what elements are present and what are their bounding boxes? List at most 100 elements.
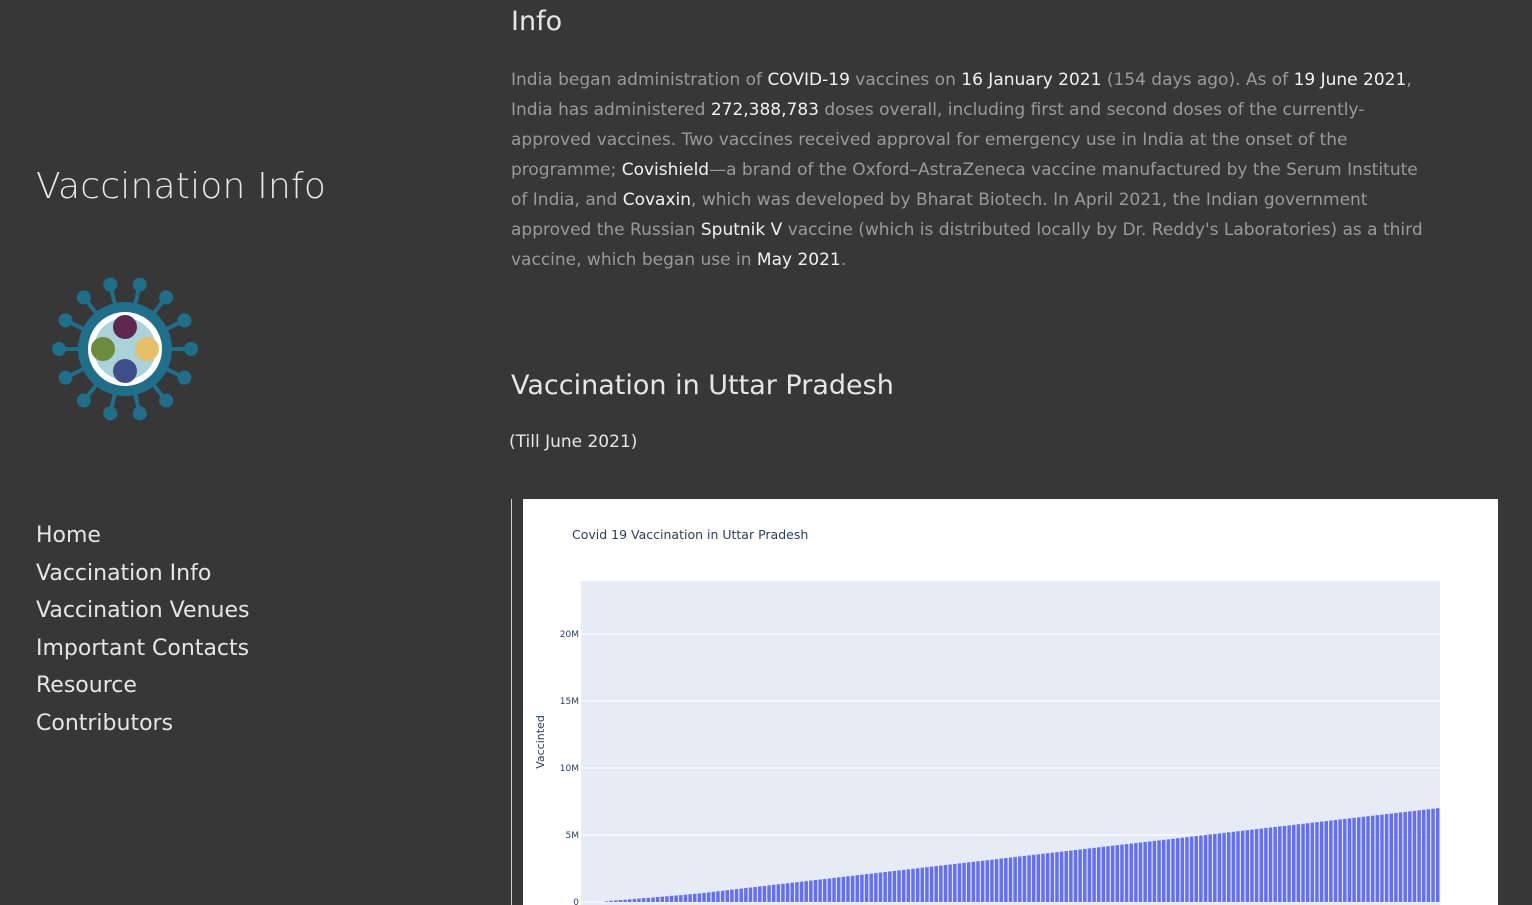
chart-bar[interactable] — [1041, 853, 1045, 902]
chart-bar[interactable] — [655, 897, 660, 902]
chart-bar[interactable] — [841, 876, 846, 902]
chart-bar[interactable] — [1222, 832, 1226, 902]
chart-bar[interactable] — [753, 886, 757, 902]
chart-bar[interactable] — [1013, 856, 1017, 902]
site-title[interactable]: Vaccination Info — [36, 166, 326, 207]
chart-bar[interactable] — [1347, 818, 1352, 902]
chart-bar[interactable] — [641, 898, 646, 902]
chart-bar[interactable] — [609, 900, 613, 902]
chart-bar[interactable] — [683, 894, 688, 902]
chart-bar[interactable] — [892, 870, 897, 902]
chart-bar[interactable] — [878, 872, 883, 902]
chart-bar[interactable] — [1426, 809, 1431, 902]
chart-bar[interactable] — [1273, 826, 1277, 902]
chart-bar[interactable] — [795, 882, 799, 902]
nav-item-important-contacts[interactable]: Important Contacts — [36, 630, 249, 668]
chart-bar[interactable] — [674, 895, 678, 902]
nav-item-home[interactable]: Home — [36, 517, 249, 555]
chart-bar[interactable] — [911, 868, 915, 902]
chart-bar[interactable] — [869, 873, 873, 902]
chart-bar[interactable] — [632, 898, 637, 902]
chart-bar[interactable] — [1148, 841, 1152, 902]
chart-bar[interactable] — [1018, 856, 1022, 902]
info-highlight-text[interactable]: May 2021 — [757, 250, 841, 270]
chart-bar[interactable] — [1194, 836, 1198, 902]
chart-bar[interactable] — [1045, 853, 1050, 902]
chart-bar[interactable] — [823, 878, 827, 902]
chart-bar[interactable] — [1161, 839, 1166, 902]
chart-bar[interactable] — [1250, 829, 1254, 902]
chart-bar[interactable] — [767, 885, 771, 902]
chart-bar[interactable] — [855, 875, 860, 902]
chart-bar[interactable] — [1027, 855, 1031, 902]
chart-bar[interactable] — [762, 885, 767, 902]
chart-bar[interactable] — [1115, 845, 1120, 902]
chart-bar[interactable] — [925, 867, 929, 902]
chart-bar[interactable] — [971, 861, 976, 902]
chart-bar[interactable] — [1236, 831, 1240, 902]
chart-bar[interactable] — [850, 875, 855, 902]
chart-bar[interactable] — [1431, 808, 1435, 902]
chart-bar[interactable] — [1180, 837, 1185, 902]
chart-bar[interactable] — [901, 869, 906, 902]
chart-bar[interactable] — [1338, 819, 1342, 902]
chart-bar[interactable] — [785, 883, 790, 902]
chart-bar[interactable] — [1231, 831, 1236, 902]
chart-bar[interactable] — [990, 859, 994, 902]
nav-item-resource[interactable]: Resource — [36, 667, 249, 705]
chart-bar[interactable] — [1296, 824, 1301, 902]
chart-bar[interactable] — [943, 865, 948, 902]
chart-bar[interactable] — [1050, 852, 1055, 902]
info-highlight-text[interactable]: 272,388,783 — [711, 100, 819, 120]
chart-bar[interactable] — [1226, 832, 1231, 902]
chart-bar[interactable] — [1217, 833, 1222, 902]
chart-bar[interactable] — [665, 896, 669, 902]
chart-bar[interactable] — [1092, 847, 1096, 902]
chart-bar[interactable] — [1143, 841, 1147, 902]
info-highlight-text[interactable]: 19 June 2021 — [1294, 70, 1407, 90]
chart-bar[interactable] — [720, 890, 725, 902]
chart-bar[interactable] — [679, 895, 683, 902]
chart-bar[interactable] — [748, 887, 753, 902]
chart-bar[interactable] — [888, 871, 892, 902]
chart-bar[interactable] — [711, 891, 716, 902]
chart-bar[interactable] — [1189, 836, 1194, 902]
chart-bar[interactable] — [790, 882, 795, 902]
chart-bar[interactable] — [739, 888, 743, 902]
info-highlight-text[interactable]: Sputnik V — [701, 220, 782, 240]
chart-bar[interactable] — [1375, 815, 1380, 902]
chart-bar[interactable] — [1064, 851, 1068, 902]
chart-bar[interactable] — [706, 892, 711, 902]
chart-bar[interactable] — [1096, 847, 1101, 902]
chart-bar[interactable] — [1036, 854, 1041, 902]
chart-bar[interactable] — [1278, 826, 1282, 902]
chart-bar[interactable] — [1175, 838, 1180, 902]
info-highlight-text[interactable]: 16 January 2021 — [961, 70, 1101, 90]
chart-bar[interactable] — [1240, 830, 1245, 902]
chart-bar[interactable] — [1213, 833, 1217, 902]
chart-bar[interactable] — [776, 884, 781, 902]
chart-bar[interactable] — [1357, 817, 1361, 902]
chart-bar[interactable] — [1264, 828, 1268, 902]
chart-bar[interactable] — [976, 861, 980, 902]
chart-bar[interactable] — [804, 881, 808, 902]
chart-bar[interactable] — [906, 869, 911, 902]
chart-bar[interactable] — [1282, 825, 1287, 902]
chart-bar[interactable] — [1259, 828, 1263, 902]
chart-bar[interactable] — [827, 878, 832, 902]
chart-bar[interactable] — [781, 883, 785, 902]
chart-bar[interactable] — [651, 897, 655, 902]
chart-bar[interactable] — [1343, 818, 1347, 902]
chart-bar[interactable] — [1134, 843, 1138, 902]
chart-bar[interactable] — [1329, 820, 1333, 902]
nav-item-vaccination-venues[interactable]: Vaccination Venues — [36, 592, 249, 630]
chart-bar[interactable] — [725, 890, 730, 902]
chart-bar[interactable] — [1106, 846, 1110, 902]
chart-bar[interactable] — [1301, 823, 1305, 902]
chart-bar[interactable] — [966, 862, 971, 902]
chart-bar[interactable] — [1315, 822, 1319, 902]
chart-bar[interactable] — [1087, 848, 1092, 902]
chart-bar[interactable] — [1199, 835, 1203, 902]
chart-bar[interactable] — [994, 859, 999, 902]
chart-bar[interactable] — [860, 874, 864, 902]
